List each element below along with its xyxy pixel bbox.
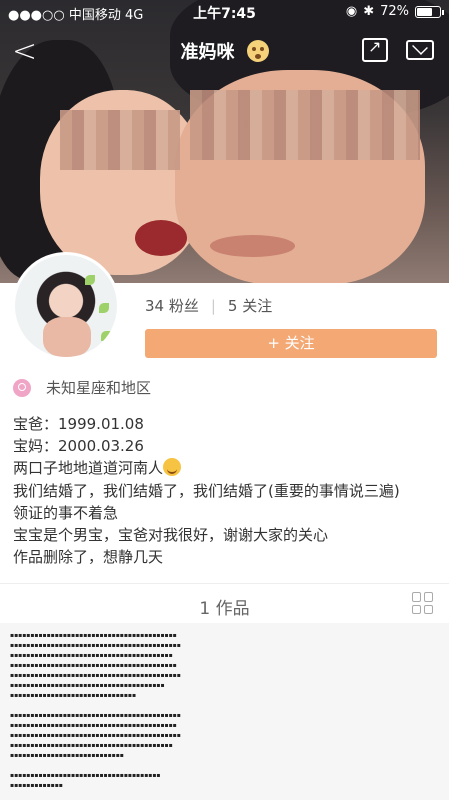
lock-rotation-icon: ◉ xyxy=(345,4,358,19)
follow-button[interactable]: + 关注 xyxy=(145,329,437,358)
bluetooth-icon: ✱ xyxy=(363,4,375,19)
location-row: 未知星座和地区 xyxy=(13,377,151,398)
bio-line-text: 两口子地地道道河南人 xyxy=(13,459,164,478)
bio-line: 宝妈：2000.03.26 xyxy=(13,437,144,456)
bio-text: 宝爸：1999.01.08 宝妈：2000.03.26 两口子地地道道河南人 我… xyxy=(13,413,443,568)
bio-line: 我们结婚了，我们结婚了，我们结婚了(重要的事情说三遍) xyxy=(13,481,400,500)
flushed-face-icon xyxy=(246,40,269,62)
bio-line: 领证的事不着急 xyxy=(13,503,119,522)
battery-percent: 72% xyxy=(380,4,409,19)
smiley-icon xyxy=(163,458,182,477)
followers-count[interactable]: 34 粉丝 xyxy=(145,295,199,316)
grid-view-icon[interactable] xyxy=(412,592,434,614)
avatar[interactable] xyxy=(12,252,120,360)
page-title-text: 准妈咪 xyxy=(180,42,235,63)
battery-icon xyxy=(415,5,444,18)
following-count[interactable]: 5 关注 xyxy=(228,295,272,316)
bio-line: 两口子地地道道河南人 xyxy=(13,457,443,479)
share-icon[interactable] xyxy=(362,37,388,62)
work-thumbnail[interactable]: ▪▪▪▪▪▪▪▪▪▪▪▪▪▪▪▪▪▪▪▪▪▪▪▪▪▪▪▪▪▪▪▪▪▪▪▪▪▪▪▪… xyxy=(0,623,449,800)
status-right: ◉ ✱ 72% xyxy=(345,4,444,19)
location-icon xyxy=(13,378,31,397)
bio-line: 作品删除了，想静几天 xyxy=(13,548,164,567)
bio-line: 宝宝是个男宝，宝爸对我很好，谢谢大家的关心 xyxy=(13,526,329,545)
nav-bar: < 准妈咪 xyxy=(0,30,449,74)
works-count[interactable]: 1 作品 xyxy=(0,594,449,619)
mail-icon[interactable] xyxy=(406,40,434,60)
works-header: 1 作品 xyxy=(0,583,449,623)
battery-fill xyxy=(417,7,433,16)
status-bar: ●●●○○ 中国移动 4G 上午7:45 ◉ ✱ 72% xyxy=(0,0,449,24)
profile-stats: 34 粉丝 | 5 关注 xyxy=(145,295,272,316)
location-text: 未知星座和地区 xyxy=(46,379,152,397)
bio-line: 宝爸：1999.01.08 xyxy=(13,415,144,433)
stats-divider: | xyxy=(210,296,216,315)
